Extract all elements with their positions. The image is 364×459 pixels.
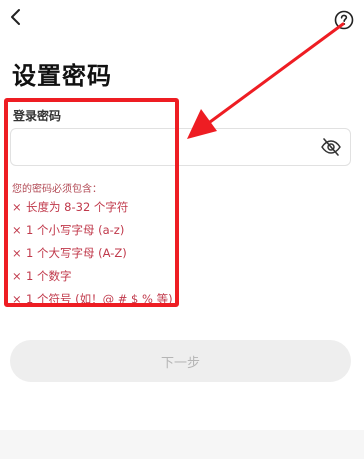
- rule-text: 1 个数字: [26, 269, 72, 283]
- cross-icon: ×: [12, 269, 22, 283]
- password-rule-item: × 1 个大写字母 (A-Z): [12, 242, 173, 265]
- cross-icon: ×: [12, 223, 22, 237]
- password-rules-title: 您的密码必须包含：: [12, 184, 102, 195]
- password-input[interactable]: [17, 133, 321, 163]
- password-field[interactable]: [10, 128, 351, 166]
- question-circle-icon[interactable]: [334, 10, 354, 30]
- page-title: 设置密码: [12, 62, 112, 90]
- password-rules-list: × 长度为 8-32 个字符 × 1 个小写字母 (a-z) × 1 个大写字母 (A…: [12, 196, 173, 311]
- password-rule-item: × 1 个小写字母 (a-z): [12, 219, 173, 242]
- rule-text: 1 个小写字母 (a-z): [26, 223, 125, 237]
- password-rule-item: × 长度为 8-32 个字符: [12, 196, 173, 219]
- rule-text: 长度为 8-32 个字符: [26, 200, 129, 214]
- rule-text: 1 个符号 (如！@ # $ % 等): [26, 292, 173, 306]
- eye-off-icon[interactable]: [320, 137, 342, 157]
- rule-text: 1 个大写字母 (A-Z): [26, 246, 127, 260]
- chevron-left-icon[interactable]: [6, 6, 26, 28]
- password-rule-item: × 1 个数字: [12, 265, 173, 288]
- cross-icon: ×: [12, 200, 22, 214]
- password-field-label: 登录密码: [13, 109, 62, 123]
- password-rule-item: × 1 个符号 (如！@ # $ % 等): [12, 288, 173, 311]
- bottom-area: [0, 430, 364, 459]
- set-password-screen: 设置密码 登录密码 您的密码必须包含： × 长度为 8-32 个字符 × 1 个小写…: [0, 0, 364, 459]
- cross-icon: ×: [12, 292, 22, 306]
- next-button[interactable]: 下一步: [10, 340, 351, 382]
- cross-icon: ×: [12, 246, 22, 260]
